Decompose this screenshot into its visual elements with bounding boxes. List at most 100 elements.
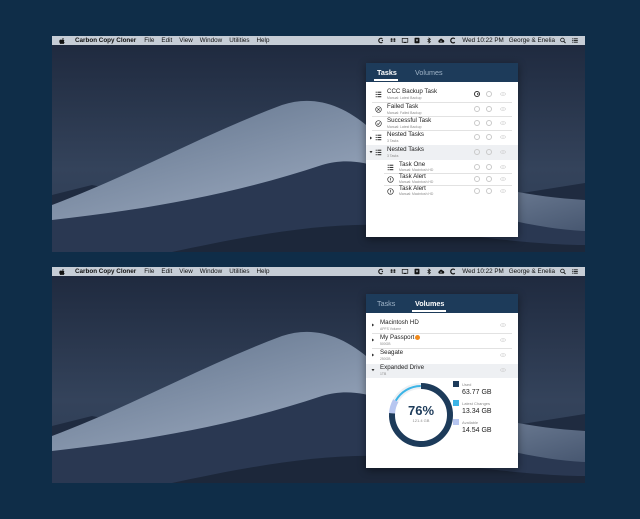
stop-button[interactable] bbox=[486, 134, 492, 140]
legend-used-swatch bbox=[453, 381, 459, 387]
menu-view[interactable]: View bbox=[179, 268, 193, 275]
eye-icon[interactable] bbox=[500, 189, 506, 193]
eye-icon[interactable] bbox=[500, 107, 506, 111]
screenshot-tasks: Carbon Copy Cloner File Edit View Window… bbox=[52, 36, 585, 252]
menu-help[interactable]: Help bbox=[257, 268, 270, 275]
alert-icon bbox=[387, 176, 394, 183]
shield-icon[interactable] bbox=[413, 268, 421, 275]
display-icon[interactable] bbox=[401, 37, 409, 44]
search-icon[interactable] bbox=[559, 268, 567, 275]
menu-file[interactable]: File bbox=[144, 268, 154, 275]
play-button[interactable] bbox=[474, 120, 480, 126]
clock[interactable]: Wed 10:22 PM bbox=[462, 268, 504, 275]
stop-button[interactable] bbox=[486, 149, 492, 155]
menu-edit[interactable]: Edit bbox=[161, 268, 172, 275]
apple-icon[interactable] bbox=[58, 268, 66, 276]
user-menu[interactable]: George & Enelia bbox=[509, 268, 555, 275]
stop-button[interactable] bbox=[486, 91, 492, 97]
eye-icon[interactable] bbox=[500, 121, 506, 125]
task-row[interactable]: Failed Task Manual: Failed Backup bbox=[366, 103, 518, 116]
bluetooth-icon[interactable] bbox=[425, 268, 433, 275]
ccc-icon[interactable] bbox=[449, 268, 457, 275]
dropbox-icon[interactable] bbox=[389, 37, 397, 44]
play-button[interactable] bbox=[474, 134, 480, 140]
ccc-icon[interactable] bbox=[377, 37, 385, 44]
tab-volumes[interactable]: Volumes bbox=[415, 299, 444, 308]
volume-row[interactable]: Macintosh HD APFS Volume bbox=[366, 319, 518, 333]
menu-file[interactable]: File bbox=[144, 37, 154, 44]
tab-volumes[interactable]: Volumes bbox=[415, 68, 443, 77]
shield-icon[interactable] bbox=[413, 37, 421, 44]
eye-icon[interactable] bbox=[500, 92, 506, 96]
play-button[interactable] bbox=[474, 149, 480, 155]
task-name: Successful Task bbox=[387, 117, 432, 124]
apple-icon[interactable] bbox=[58, 37, 66, 45]
eye-icon[interactable] bbox=[500, 323, 506, 327]
child-task-row[interactable]: Task One Manual: Macintosh HD bbox=[366, 161, 518, 173]
volume-detail: 250GB bbox=[380, 357, 391, 361]
volume-row[interactable]: My Passport 500GB bbox=[366, 334, 518, 348]
play-button[interactable] bbox=[474, 106, 480, 112]
disclosure-down-icon[interactable] bbox=[369, 150, 373, 154]
task-row[interactable]: Successful Task Manual: Latest Backup bbox=[366, 117, 518, 130]
bluetooth-icon[interactable] bbox=[425, 37, 433, 44]
tab-tasks[interactable]: Tasks bbox=[377, 299, 395, 308]
warning-badge bbox=[415, 335, 420, 340]
stop-button[interactable] bbox=[486, 120, 492, 126]
search-icon[interactable] bbox=[559, 37, 567, 44]
play-button[interactable] bbox=[474, 176, 480, 182]
stop-button[interactable] bbox=[486, 164, 492, 170]
task-group-row[interactable]: Nested Tasks 3 Tasks bbox=[366, 145, 518, 160]
app-name-menu[interactable]: Carbon Copy Cloner bbox=[75, 37, 136, 44]
task-row[interactable]: CCC Backup Task Manual: Latest Backup bbox=[366, 88, 518, 101]
cloud-icon[interactable] bbox=[437, 268, 445, 275]
app-name-menu[interactable]: Carbon Copy Cloner bbox=[75, 268, 136, 275]
task-group-row[interactable]: Nested Tasks 3 Tasks bbox=[366, 131, 518, 144]
disclosure-down-icon[interactable] bbox=[371, 368, 375, 372]
eye-icon[interactable] bbox=[500, 353, 506, 357]
task-detail: Manual: Latest Backup bbox=[387, 96, 422, 100]
disclosure-right-icon[interactable] bbox=[371, 353, 375, 357]
menu-utilities[interactable]: Utilities bbox=[229, 37, 249, 44]
task-detail: Manual: Failed Backup bbox=[387, 111, 422, 115]
dropbox-icon[interactable] bbox=[389, 268, 397, 275]
eye-icon[interactable] bbox=[500, 150, 506, 154]
child-task-row[interactable]: Task Alert Manual: Macintosh HD bbox=[366, 185, 518, 197]
stop-button[interactable] bbox=[486, 106, 492, 112]
cloud-icon[interactable] bbox=[437, 37, 445, 44]
disclosure-right-icon[interactable] bbox=[371, 338, 375, 342]
disclosure-right-icon[interactable] bbox=[371, 323, 375, 327]
volume-row-expanded[interactable]: Expanded Drive 1TB bbox=[366, 364, 518, 378]
list-icon[interactable] bbox=[571, 268, 579, 275]
ccc-icon[interactable] bbox=[449, 37, 457, 44]
volume-row[interactable]: Seagate 250GB bbox=[366, 349, 518, 363]
task-name: Nested Tasks bbox=[387, 146, 425, 153]
child-task-row[interactable]: Task Alert Manual: Macintosh HD bbox=[366, 173, 518, 185]
clock[interactable]: Wed 10:22 PM bbox=[462, 37, 504, 44]
menu-edit[interactable]: Edit bbox=[161, 37, 172, 44]
stop-button[interactable] bbox=[486, 176, 492, 182]
tab-tasks[interactable]: Tasks bbox=[377, 68, 397, 77]
eye-icon[interactable] bbox=[500, 135, 506, 139]
disclosure-right-icon[interactable] bbox=[369, 136, 373, 140]
eye-icon[interactable] bbox=[500, 177, 506, 181]
eye-icon[interactable] bbox=[500, 165, 506, 169]
menu-view[interactable]: View bbox=[179, 37, 193, 44]
menu-window[interactable]: Window bbox=[200, 37, 222, 44]
eye-icon[interactable] bbox=[500, 338, 506, 342]
list-icon[interactable] bbox=[571, 37, 579, 44]
task-name: Task Alert bbox=[399, 173, 426, 180]
stop-button[interactable] bbox=[486, 188, 492, 194]
menu-window[interactable]: Window bbox=[200, 268, 222, 275]
display-icon[interactable] bbox=[401, 268, 409, 275]
play-button[interactable] bbox=[474, 164, 480, 170]
eye-icon[interactable] bbox=[500, 368, 506, 372]
play-button[interactable] bbox=[474, 188, 480, 194]
legend-available-value: 14.54 GB bbox=[462, 427, 492, 434]
legend-used-label: Used bbox=[462, 382, 472, 387]
user-menu[interactable]: George & Enelia bbox=[509, 37, 555, 44]
menu-help[interactable]: Help bbox=[257, 37, 270, 44]
menu-utilities[interactable]: Utilities bbox=[229, 268, 249, 275]
play-button[interactable] bbox=[474, 91, 480, 97]
ccc-icon[interactable] bbox=[377, 268, 385, 275]
